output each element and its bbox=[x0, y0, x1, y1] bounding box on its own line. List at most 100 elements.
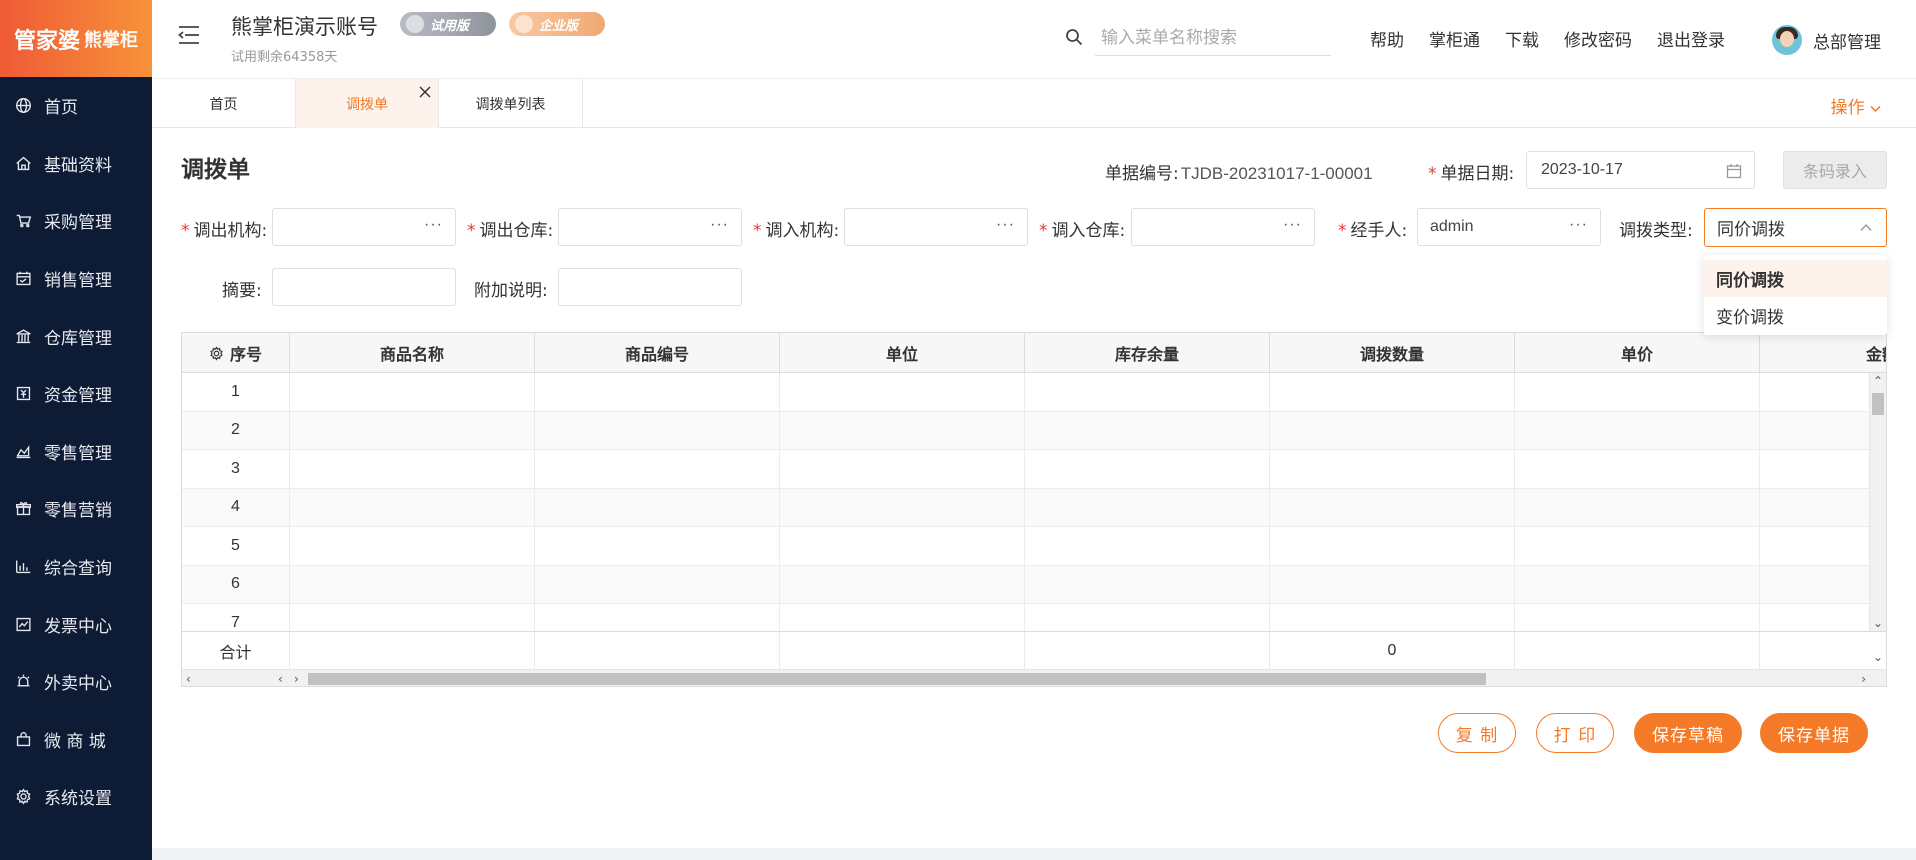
table-cell[interactable] bbox=[290, 373, 535, 411]
table-cell[interactable] bbox=[290, 488, 535, 526]
zhanggui-link[interactable]: 掌柜通 bbox=[1429, 26, 1480, 51]
table-cell[interactable] bbox=[535, 565, 780, 603]
more-icon[interactable]: ··· bbox=[1283, 216, 1302, 234]
menu-collapse-icon[interactable] bbox=[178, 25, 200, 45]
table-cell[interactable] bbox=[780, 373, 1025, 411]
table-row[interactable]: 1 bbox=[182, 373, 1886, 412]
scroll-up-icon[interactable]: ⌃ bbox=[1873, 375, 1883, 387]
out-warehouse-field[interactable]: ··· bbox=[558, 208, 742, 246]
download-link[interactable]: 下载 bbox=[1505, 26, 1539, 51]
help-link[interactable]: 帮助 bbox=[1370, 26, 1404, 51]
table-cell[interactable] bbox=[1025, 527, 1270, 565]
table-cell[interactable] bbox=[1270, 450, 1515, 488]
table-cell[interactable] bbox=[1515, 373, 1760, 411]
col-unit-price[interactable]: 单价 bbox=[1515, 333, 1760, 373]
table-cell[interactable] bbox=[1270, 527, 1515, 565]
out-org-field[interactable]: ··· bbox=[272, 208, 456, 246]
table-cell[interactable] bbox=[1025, 450, 1270, 488]
vertical-scrollbar[interactable]: ⌃ ⌄ bbox=[1869, 373, 1886, 631]
table-cell[interactable] bbox=[1515, 527, 1760, 565]
table-cell[interactable] bbox=[1025, 411, 1270, 449]
table-cell[interactable] bbox=[1515, 565, 1760, 603]
tab-transfer-list[interactable]: 调拨单列表 bbox=[439, 79, 583, 128]
scroll-left-icon[interactable]: ‹ bbox=[278, 673, 283, 685]
brand-logo[interactable]: 管家婆 熊掌柜 bbox=[0, 0, 152, 77]
sidebar-item-finance[interactable]: 资金管理 bbox=[0, 365, 152, 423]
sidebar-item-basic-data[interactable]: 基础资料 bbox=[0, 135, 152, 193]
table-row[interactable]: 5 bbox=[182, 527, 1886, 566]
table-cell[interactable] bbox=[290, 527, 535, 565]
table-cell[interactable] bbox=[1270, 411, 1515, 449]
sidebar-item-takeout[interactable]: 外卖中心 bbox=[0, 653, 152, 711]
horizontal-scrollbar[interactable]: ‹ ‹ › › bbox=[182, 669, 1886, 686]
table-row[interactable]: 4 bbox=[182, 488, 1886, 527]
table-cell[interactable] bbox=[1760, 489, 1886, 527]
sidebar-item-query[interactable]: 综合查询 bbox=[0, 538, 152, 596]
table-cell[interactable] bbox=[535, 527, 780, 565]
menu-search-input[interactable] bbox=[1095, 20, 1331, 56]
transfer-type-select[interactable]: 同价调拨 bbox=[1704, 208, 1887, 247]
table-cell[interactable] bbox=[1270, 373, 1515, 411]
table-row[interactable]: 6 bbox=[182, 565, 1886, 604]
vertical-scroll-thumb[interactable] bbox=[1872, 393, 1884, 415]
col-goods-name[interactable]: 商品名称 bbox=[290, 333, 535, 373]
table-cell[interactable] bbox=[1515, 450, 1760, 488]
table-cell[interactable] bbox=[1270, 565, 1515, 603]
col-unit[interactable]: 单位 bbox=[780, 333, 1025, 373]
print-button[interactable]: 打 印 bbox=[1536, 713, 1614, 753]
sidebar-item-invoice[interactable]: 发票中心 bbox=[0, 595, 152, 653]
logout-link[interactable]: 退出登录 bbox=[1657, 26, 1725, 51]
table-cell[interactable] bbox=[1025, 488, 1270, 526]
scroll-down-icon[interactable]: ⌄ bbox=[1873, 617, 1883, 629]
option-same-price[interactable]: 同价调拨 bbox=[1704, 260, 1887, 297]
option-variable-price[interactable]: 变价调拨 bbox=[1704, 297, 1887, 334]
table-cell[interactable] bbox=[1760, 527, 1886, 565]
sidebar-item-retail[interactable]: 零售管理 bbox=[0, 423, 152, 481]
user-name[interactable]: 总部管理 bbox=[1813, 28, 1881, 53]
scroll-down-icon[interactable]: ⌄ bbox=[1873, 651, 1883, 663]
in-org-field[interactable]: ··· bbox=[844, 208, 1028, 246]
scroll-left-icon[interactable]: ‹ bbox=[186, 673, 191, 685]
col-index[interactable]: 序号 bbox=[182, 333, 290, 373]
operations-menu[interactable]: 操作 bbox=[1831, 93, 1881, 118]
copy-button[interactable]: 复 制 bbox=[1438, 713, 1516, 753]
more-icon[interactable]: ··· bbox=[710, 216, 729, 234]
table-cell[interactable] bbox=[1270, 488, 1515, 526]
date-input[interactable]: 2023-10-17 bbox=[1526, 151, 1755, 189]
table-cell[interactable] bbox=[535, 411, 780, 449]
scroll-right-icon[interactable]: › bbox=[1861, 673, 1866, 685]
table-cell[interactable] bbox=[290, 565, 535, 603]
table-cell[interactable] bbox=[780, 411, 1025, 449]
table-cell[interactable] bbox=[535, 373, 780, 411]
horizontal-scroll-thumb[interactable] bbox=[308, 673, 1486, 685]
table-cell[interactable] bbox=[1515, 411, 1760, 449]
barcode-entry-button[interactable]: 条码录入 bbox=[1783, 151, 1887, 189]
table-cell[interactable] bbox=[1025, 373, 1270, 411]
col-transfer-qty[interactable]: 调拨数量 bbox=[1270, 333, 1515, 373]
table-cell[interactable] bbox=[535, 488, 780, 526]
close-icon[interactable] bbox=[418, 85, 432, 99]
more-icon[interactable]: ··· bbox=[1569, 216, 1588, 234]
table-cell[interactable] bbox=[1760, 450, 1886, 488]
gear-icon[interactable] bbox=[209, 345, 224, 361]
more-icon[interactable]: ··· bbox=[996, 216, 1015, 234]
table-cell[interactable] bbox=[290, 450, 535, 488]
table-cell[interactable] bbox=[1515, 488, 1760, 526]
sidebar-item-purchase[interactable]: 采购管理 bbox=[0, 192, 152, 250]
table-cell[interactable] bbox=[1760, 373, 1886, 411]
sidebar-item-sales[interactable]: 销售管理 bbox=[0, 250, 152, 308]
note-field[interactable] bbox=[558, 268, 742, 306]
sidebar-item-retail-marketing[interactable]: 零售营销 bbox=[0, 480, 152, 538]
col-goods-code[interactable]: 商品编号 bbox=[535, 333, 780, 373]
table-cell[interactable] bbox=[1025, 565, 1270, 603]
table-row[interactable]: 3 bbox=[182, 450, 1886, 489]
table-cell[interactable] bbox=[780, 527, 1025, 565]
save-document-button[interactable]: 保存单据 bbox=[1760, 713, 1868, 753]
sidebar-item-settings[interactable]: 系统设置 bbox=[0, 768, 152, 826]
handler-field[interactable]: admin ··· bbox=[1417, 208, 1601, 246]
more-icon[interactable]: ··· bbox=[424, 216, 443, 234]
table-row[interactable]: 2 bbox=[182, 411, 1886, 450]
in-warehouse-field[interactable]: ··· bbox=[1131, 208, 1315, 246]
sidebar-item-mall[interactable]: 微 商 城 bbox=[0, 711, 152, 769]
table-cell[interactable] bbox=[780, 565, 1025, 603]
